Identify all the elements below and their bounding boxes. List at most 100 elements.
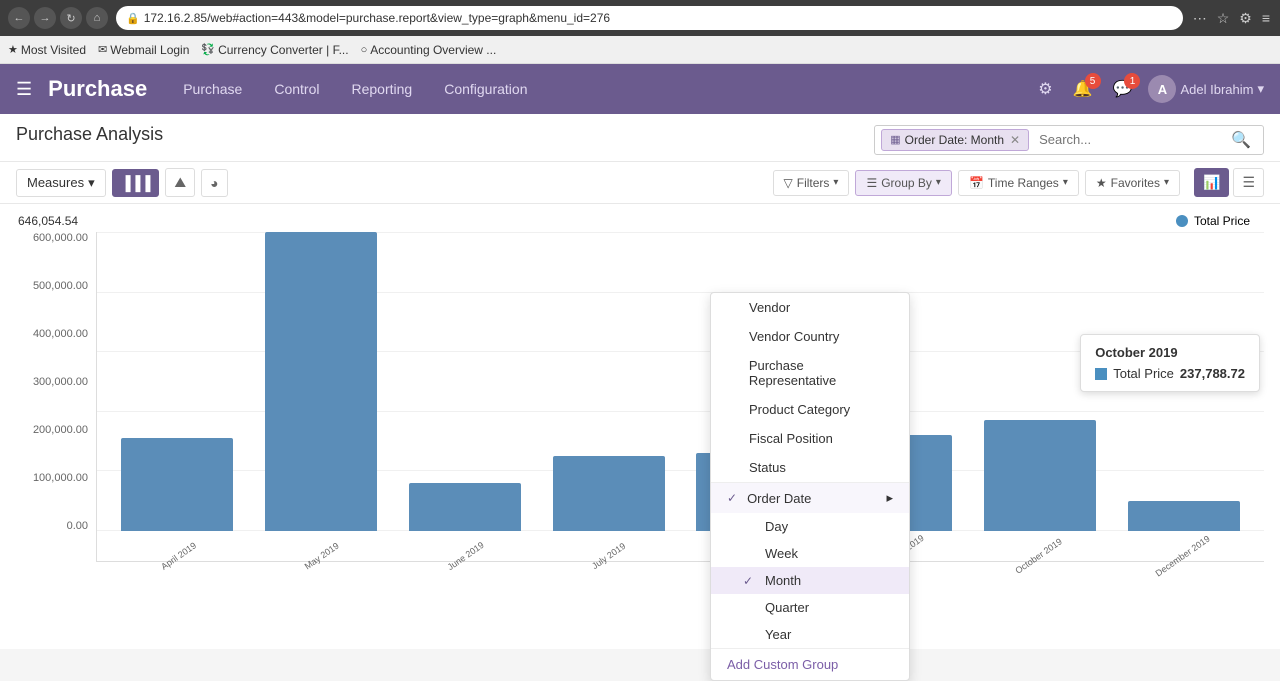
home-button[interactable]: ⌂ [86, 7, 108, 29]
bookmark-accounting[interactable]: ○ Accounting Overview ... [361, 43, 497, 57]
mail-icon: ✉ [98, 43, 107, 56]
line-chart-button[interactable]: ⛰ [165, 168, 195, 197]
bookmark-label: Most Visited [21, 43, 86, 57]
notifications-button[interactable]: 🔔 5 [1069, 75, 1097, 103]
favorites-button[interactable]: ★ Favorites ▾ [1085, 170, 1180, 196]
check-icon [743, 547, 757, 561]
dropdown-order-date[interactable]: ✓ Order Date ▸ [711, 482, 909, 513]
forward-button[interactable]: → [34, 7, 56, 29]
dropdown-item-product-category[interactable]: Product Category [711, 395, 909, 424]
user-menu[interactable]: A Adel Ibrahim ▾ [1148, 75, 1264, 103]
dropdown-item-vendor[interactable]: Vendor [711, 293, 909, 322]
dropdown-item-status[interactable]: Status [711, 453, 909, 482]
dropdown-sub-quarter[interactable]: Quarter [711, 594, 909, 621]
bars-container [97, 232, 1264, 531]
measures-button[interactable]: Measures ▾ [16, 169, 106, 197]
settings-icon: ⚙ [1038, 81, 1052, 98]
bar-group [539, 232, 679, 531]
chart-bar[interactable] [265, 232, 377, 531]
check-icon [727, 432, 741, 446]
dropdown-sub-week[interactable]: Week [711, 540, 909, 567]
pie-chart-icon: ◕ [210, 175, 218, 191]
bar-group [1114, 232, 1254, 531]
group-by-label: Group By [881, 176, 932, 190]
dropdown-item-purchase-rep[interactable]: Purchase Representative [711, 351, 909, 395]
list-view-button[interactable]: ☰ [1233, 168, 1264, 197]
toolbar-left: Measures ▾ ▐▐▐ ⛰ ◕ [16, 168, 228, 197]
dropdown-add-custom-group[interactable]: Add Custom Group [711, 648, 909, 680]
search-tag-close[interactable]: ✕ [1010, 133, 1020, 147]
legend-label: Total Price [1194, 214, 1250, 228]
pie-chart-button[interactable]: ◕ [201, 169, 227, 197]
filters-label: Filters [797, 176, 830, 190]
more-button[interactable]: ⋯ [1191, 8, 1209, 29]
dropdown-item-vendor-country[interactable]: Vendor Country [711, 322, 909, 351]
bookmark-label: Webmail Login [110, 43, 189, 57]
dropdown-sub-year[interactable]: Year [711, 621, 909, 648]
nav-reporting[interactable]: Reporting [336, 67, 429, 111]
user-name: Adel Ibrahim [1180, 82, 1253, 97]
chart-area: Total Price 646,054.54 600,000.00 500,00… [0, 204, 1280, 601]
search-input[interactable] [1035, 130, 1219, 149]
chevron-down-icon: ▾ [88, 175, 95, 191]
chevron-down-icon: ▾ [936, 177, 941, 188]
y-label-6: 600,000.00 [33, 232, 88, 244]
bar-chart-icon: ▐▐▐ [121, 175, 151, 191]
check-icon [727, 366, 741, 380]
page-content: Purchase Analysis ▦ Order Date: Month ✕ … [0, 114, 1280, 649]
dropdown-item-fiscal-position[interactable]: Fiscal Position [711, 424, 909, 453]
address-bar[interactable]: 🔒 172.16.2.85/web#action=443&model=purch… [116, 6, 1183, 30]
bookmark-button[interactable]: ☆ [1215, 8, 1232, 29]
check-icon [743, 601, 757, 615]
group-icon: ☰ [866, 176, 877, 190]
bookmark-currency[interactable]: 💱 Currency Converter | F... [201, 43, 348, 57]
search-button[interactable]: 🔍 [1225, 128, 1257, 152]
star-icon: ★ [8, 43, 18, 56]
chart-bar[interactable] [553, 456, 665, 531]
dropdown-sub-month[interactable]: ✓ Month [711, 567, 909, 594]
bookmark-most-visited[interactable]: ★ Most Visited [8, 43, 86, 57]
refresh-button[interactable]: ↻ [60, 7, 82, 29]
filter-icon: ▽ [784, 176, 793, 190]
y-label-5: 500,000.00 [33, 280, 88, 292]
bookmark-webmail[interactable]: ✉ Webmail Login [98, 43, 189, 57]
group-by-button[interactable]: ☰ Group By ▾ [855, 170, 952, 196]
check-icon [727, 403, 741, 417]
dropdown-section-label: Order Date [747, 491, 811, 506]
dropdown-label: Status [749, 460, 786, 475]
search-tag-label: Order Date: Month [905, 133, 1004, 147]
menu-button[interactable]: ≡ [1260, 8, 1272, 29]
time-ranges-button[interactable]: 📅 Time Ranges ▾ [958, 170, 1079, 196]
chart-bar[interactable] [984, 420, 1096, 531]
y-label-0: 0.00 [67, 520, 88, 532]
bar-group [395, 232, 535, 531]
time-ranges-label: Time Ranges [988, 176, 1059, 190]
bar-chart-button[interactable]: ▐▐▐ [112, 169, 160, 197]
messages-button[interactable]: 💬 1 [1109, 75, 1137, 103]
nav-configuration[interactable]: Configuration [428, 67, 543, 111]
bar-group [970, 232, 1110, 531]
y-axis: 600,000.00 500,000.00 400,000.00 300,000… [16, 232, 96, 562]
x-labels: April 2019May 2019June 2019July 2019Augu… [97, 531, 1264, 561]
dropdown-sub-day[interactable]: Day [711, 513, 909, 540]
nav-control[interactable]: Control [258, 67, 335, 111]
check-icon [727, 301, 741, 315]
chart-bar[interactable] [121, 438, 233, 531]
back-button[interactable]: ← [8, 7, 30, 29]
settings-button[interactable]: ⚙ [1034, 75, 1056, 103]
group-by-dropdown: Vendor Vendor Country Purchase Represent… [710, 292, 910, 681]
expand-arrow-icon: ▸ [886, 490, 893, 506]
graph-view-button[interactable]: 📊 [1194, 168, 1229, 197]
favorites-label: Favorites [1111, 176, 1160, 190]
extensions-button[interactable]: ⚙ [1237, 8, 1254, 29]
filters-button[interactable]: ▽ Filters ▾ [773, 170, 850, 196]
check-icon [743, 520, 757, 534]
nav-purchase[interactable]: Purchase [167, 67, 258, 111]
chevron-down-icon: ▾ [1063, 177, 1068, 188]
notifications-badge: 5 [1085, 73, 1101, 89]
dropdown-label: Day [765, 519, 788, 534]
list-icon: ☰ [1242, 174, 1255, 190]
app-title[interactable]: Purchase [48, 76, 147, 102]
app-nav: Purchase Control Reporting Configuration [167, 67, 1034, 111]
app-menu-button[interactable]: ☰ [16, 75, 40, 104]
